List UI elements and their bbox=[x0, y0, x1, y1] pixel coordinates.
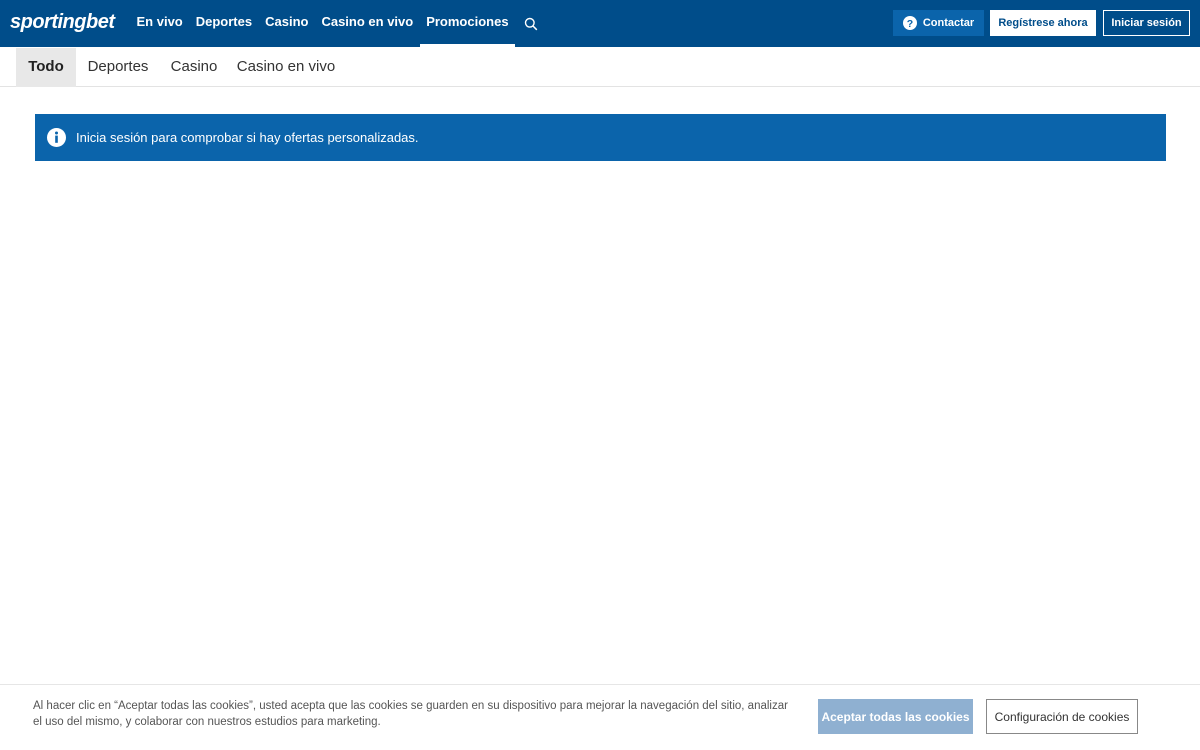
register-button[interactable]: Regístrese ahora bbox=[990, 10, 1096, 36]
contact-label: Contactar bbox=[922, 17, 975, 29]
main-nav: En vivo Deportes Casino Casino en vivo P… bbox=[130, 0, 547, 47]
nav-casino[interactable]: Casino bbox=[259, 0, 315, 47]
login-button[interactable]: Iniciar sesión bbox=[1103, 10, 1190, 36]
nav-casino-en-vivo[interactable]: Casino en vivo bbox=[315, 0, 420, 47]
contact-button[interactable]: ? Contactar bbox=[893, 10, 984, 36]
tab-casino-en-vivo[interactable]: Casino en vivo bbox=[232, 48, 340, 87]
top-header: sportingbet En vivo Deportes Casino Casi… bbox=[0, 0, 1200, 47]
svg-text:?: ? bbox=[907, 18, 913, 30]
tab-casino[interactable]: Casino bbox=[164, 48, 224, 87]
help-icon: ? bbox=[902, 16, 917, 30]
login-info-banner: Inicia sesión para comprobar si hay ofer… bbox=[35, 114, 1166, 161]
promotions-tabs: Todo Deportes Casino Casino en vivo bbox=[0, 47, 1200, 87]
cookie-settings-button[interactable]: Configuración de cookies bbox=[986, 699, 1138, 734]
info-icon bbox=[47, 128, 66, 147]
accept-cookies-button[interactable]: Aceptar todas las cookies bbox=[818, 699, 973, 734]
search-icon[interactable] bbox=[515, 0, 547, 47]
nav-promociones[interactable]: Promociones bbox=[419, 0, 516, 47]
cookie-text: Al hacer clic en “Aceptar todas las cook… bbox=[33, 700, 788, 728]
nav-deportes[interactable]: Deportes bbox=[189, 0, 258, 47]
nav-en-vivo[interactable]: En vivo bbox=[130, 0, 189, 47]
info-banner-text: Inicia sesión para comprobar si hay ofer… bbox=[76, 130, 419, 145]
tab-deportes[interactable]: Deportes bbox=[80, 48, 156, 87]
tab-todo[interactable]: Todo bbox=[16, 48, 76, 87]
cookie-consent-bar: Al hacer clic en “Aceptar todas las cook… bbox=[0, 684, 1200, 750]
sportingbet-logo[interactable]: sportingbet bbox=[10, 11, 115, 34]
